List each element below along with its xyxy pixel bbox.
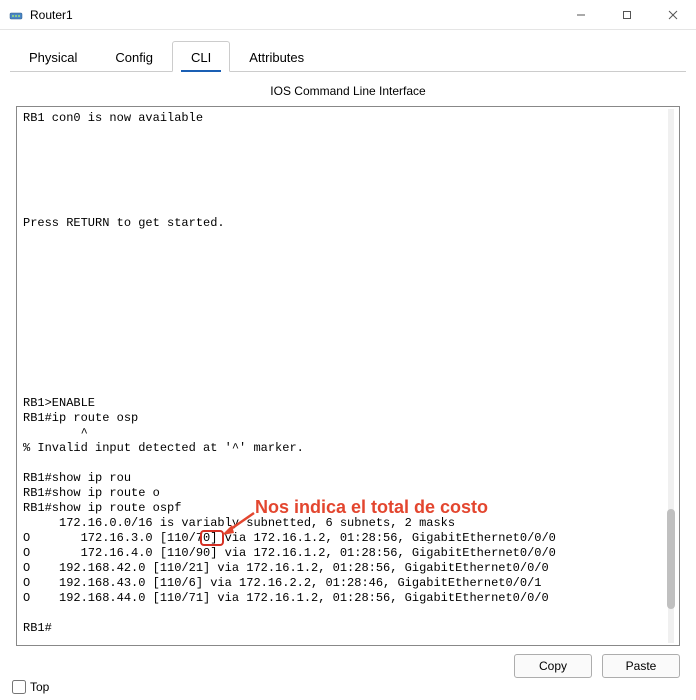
- page-subtitle: IOS Command Line Interface: [10, 72, 686, 106]
- tab-attributes[interactable]: Attributes: [230, 41, 323, 72]
- window-controls: [558, 0, 696, 30]
- tab-physical[interactable]: Physical: [10, 41, 96, 72]
- footer: Top: [12, 680, 49, 694]
- terminal-output: RB1 con0 is now available Press RETURN t…: [17, 107, 679, 640]
- top-checkbox[interactable]: [12, 680, 26, 694]
- tab-config[interactable]: Config: [96, 41, 172, 72]
- tab-cli[interactable]: CLI: [172, 41, 230, 72]
- maximize-button[interactable]: [604, 0, 650, 30]
- close-button[interactable]: [650, 0, 696, 30]
- copy-button[interactable]: Copy: [514, 654, 592, 678]
- app-icon: [8, 7, 24, 23]
- terminal[interactable]: RB1 con0 is now available Press RETURN t…: [16, 106, 680, 646]
- terminal-scrollbar[interactable]: [665, 109, 677, 643]
- top-label: Top: [30, 680, 49, 694]
- tab-bar: Physical Config CLI Attributes: [10, 40, 686, 72]
- action-buttons: Copy Paste: [10, 646, 686, 678]
- minimize-button[interactable]: [558, 0, 604, 30]
- paste-button[interactable]: Paste: [602, 654, 680, 678]
- scrollbar-thumb[interactable]: [667, 509, 675, 609]
